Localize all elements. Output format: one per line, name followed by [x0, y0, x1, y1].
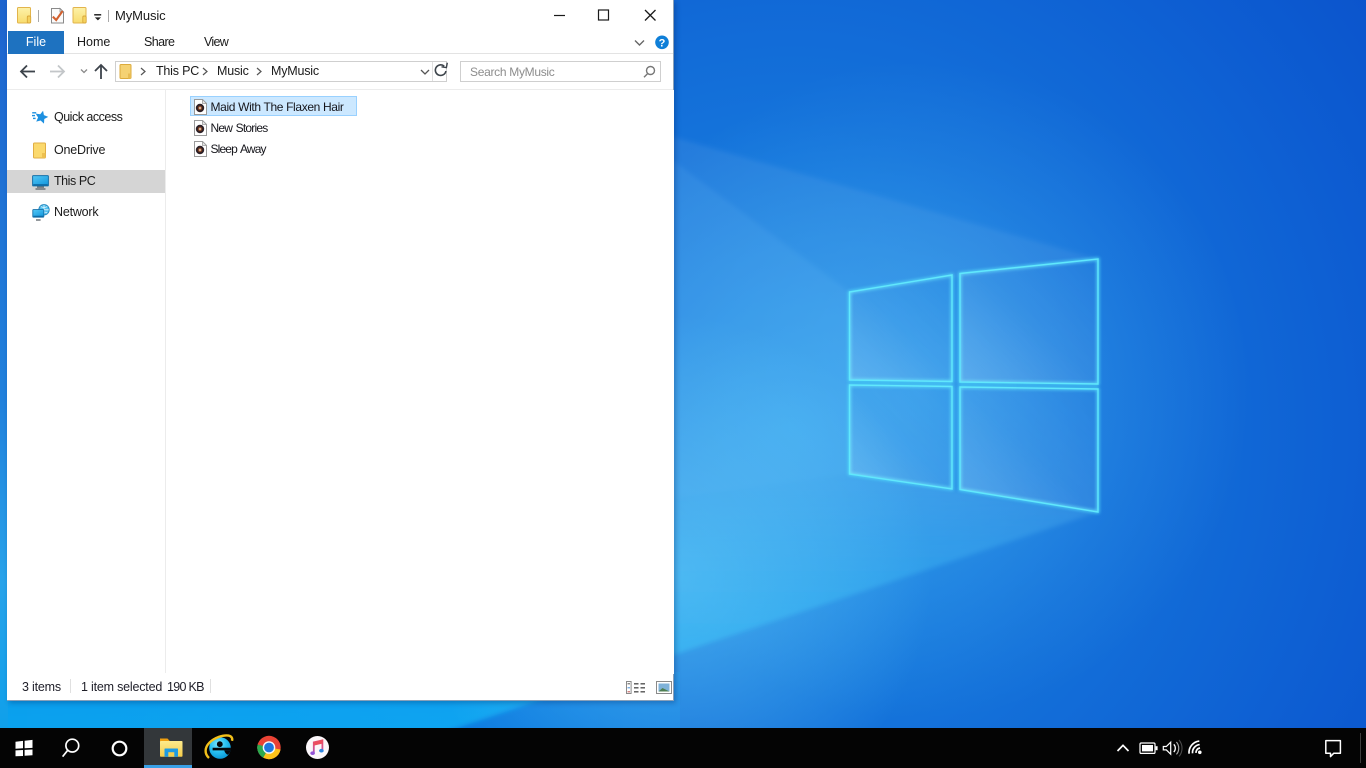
svg-text:?: ?	[659, 38, 666, 50]
